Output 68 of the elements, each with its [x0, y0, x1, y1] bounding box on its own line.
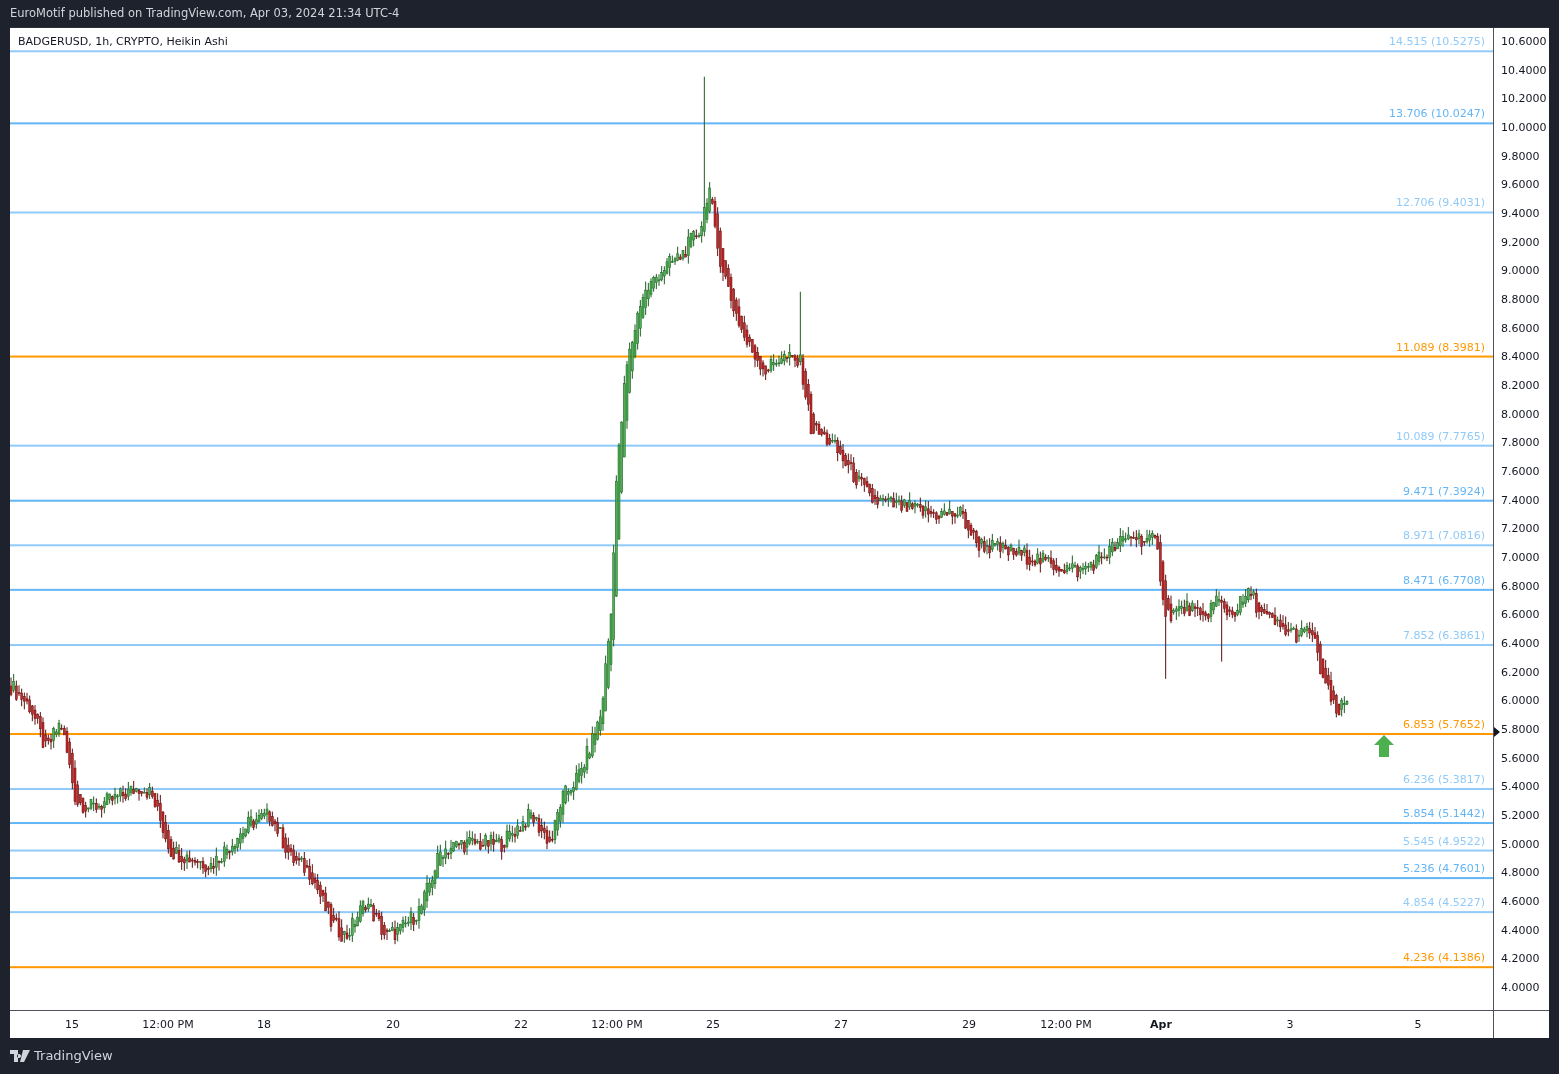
price-axis-label: 8.4000 — [1501, 350, 1540, 364]
level-label: 14.515 (10.5275) — [1388, 35, 1485, 49]
time-axis-label: 22 — [514, 1018, 528, 1031]
price-axis-label: 9.4000 — [1501, 206, 1540, 220]
level-label: 4.854 (4.5227) — [1402, 896, 1485, 910]
level-label: 11.089 (8.3981) — [1395, 340, 1485, 354]
price-axis-label: 10.4000 — [1501, 63, 1547, 77]
price-axis-label: 6.6000 — [1501, 608, 1540, 622]
price-axis-label: 5.4000 — [1501, 780, 1540, 794]
price-axis-label: 9.6000 — [1501, 178, 1540, 192]
level-label: 12.706 (9.4031) — [1395, 196, 1485, 210]
time-axis-label: 3 — [1286, 1018, 1294, 1031]
level-label: 7.852 (6.3861) — [1402, 629, 1485, 642]
level-label: 10.089 (7.7765) — [1395, 429, 1485, 443]
price-axis-label: 9.8000 — [1501, 149, 1540, 163]
price-axis-label: 5.2000 — [1501, 809, 1540, 823]
time-axis-label: 27 — [834, 1018, 848, 1031]
time-axis-label: 20 — [386, 1018, 400, 1031]
price-axis-label: 10.2000 — [1501, 92, 1547, 106]
price-axis-label: 6.4000 — [1501, 637, 1540, 650]
price-axis-label: 8.2000 — [1501, 378, 1540, 392]
price-axis-label: 7.2000 — [1501, 522, 1540, 536]
level-label: 9.471 (7.3924) — [1402, 484, 1485, 498]
level-label: 5.854 (5.1442) — [1402, 807, 1485, 821]
price-axis-label: 9.2000 — [1501, 235, 1540, 249]
price-axis-label: 10.6000 — [1501, 34, 1547, 48]
price-axis-label: 7.8000 — [1501, 436, 1540, 450]
time-axis-label: 5 — [1414, 1018, 1422, 1031]
price-axis-label: 7.4000 — [1501, 493, 1540, 507]
time-axis-label: 12:00 PM — [591, 1018, 643, 1031]
price-axis-label: 8.0000 — [1501, 407, 1540, 421]
level-label: 5.545 (4.9522) — [1402, 834, 1485, 848]
up-arrow-icon — [1374, 735, 1394, 757]
level-label: 5.236 (4.7601) — [1402, 862, 1485, 876]
price-axis-label: 7.0000 — [1501, 551, 1540, 564]
level-label: 6.853 (5.7652) — [1402, 718, 1485, 731]
level-label: 13.706 (10.0247) — [1388, 107, 1485, 121]
price-axis-label: 4.4000 — [1501, 923, 1540, 937]
price-axis-label: 6.0000 — [1501, 694, 1540, 708]
price-axis-label: 5.0000 — [1501, 837, 1540, 851]
price-axis-label: 7.6000 — [1501, 465, 1540, 478]
publish-info-text: EuroMotif published on TradingView.com, Apr 03, 2024 21:34 UTC-4 — [10, 6, 400, 20]
logo-icon — [10, 1050, 30, 1062]
price-axis-label: 6.2000 — [1501, 665, 1540, 679]
time-axis-label: Apr — [1150, 1018, 1172, 1031]
price-axis-label: 4.2000 — [1501, 952, 1540, 966]
price-axis-label: 4.0000 — [1501, 981, 1540, 995]
level-label: 4.236 (4.1386) — [1402, 951, 1485, 965]
time-axis-label: 25 — [706, 1018, 720, 1031]
price-axis-label: 4.8000 — [1501, 866, 1540, 880]
price-axis-label: 10.0000 — [1501, 120, 1547, 134]
price-axis-label: 8.6000 — [1501, 321, 1540, 335]
time-axis-label: 18 — [257, 1018, 271, 1031]
price-axis-label: 5.6000 — [1501, 751, 1540, 765]
price-axis-label: 9.0000 — [1501, 264, 1540, 278]
price-axis-label: 5.8000 — [1501, 723, 1540, 736]
brand-name: TradingView — [34, 1047, 113, 1066]
price-axis-label: 6.8000 — [1501, 579, 1540, 593]
time-axis-label: 29 — [962, 1018, 976, 1031]
time-axis-label: 15 — [65, 1018, 79, 1031]
time-axis-label: 12:00 PM — [1040, 1018, 1092, 1031]
time-axis-label: 12:00 PM — [142, 1018, 194, 1031]
symbol-legend: BADGERUSD, 1h, CRYPTO, Heikin Ashi — [18, 34, 228, 51]
level-label: 8.971 (7.0816) — [1402, 529, 1485, 543]
level-label: 6.236 (5.3817) — [1402, 773, 1485, 786]
price-axis-label: 4.6000 — [1501, 895, 1540, 909]
price-axis-label: 8.8000 — [1501, 292, 1540, 306]
level-label: 8.471 (6.7708) — [1402, 573, 1485, 587]
